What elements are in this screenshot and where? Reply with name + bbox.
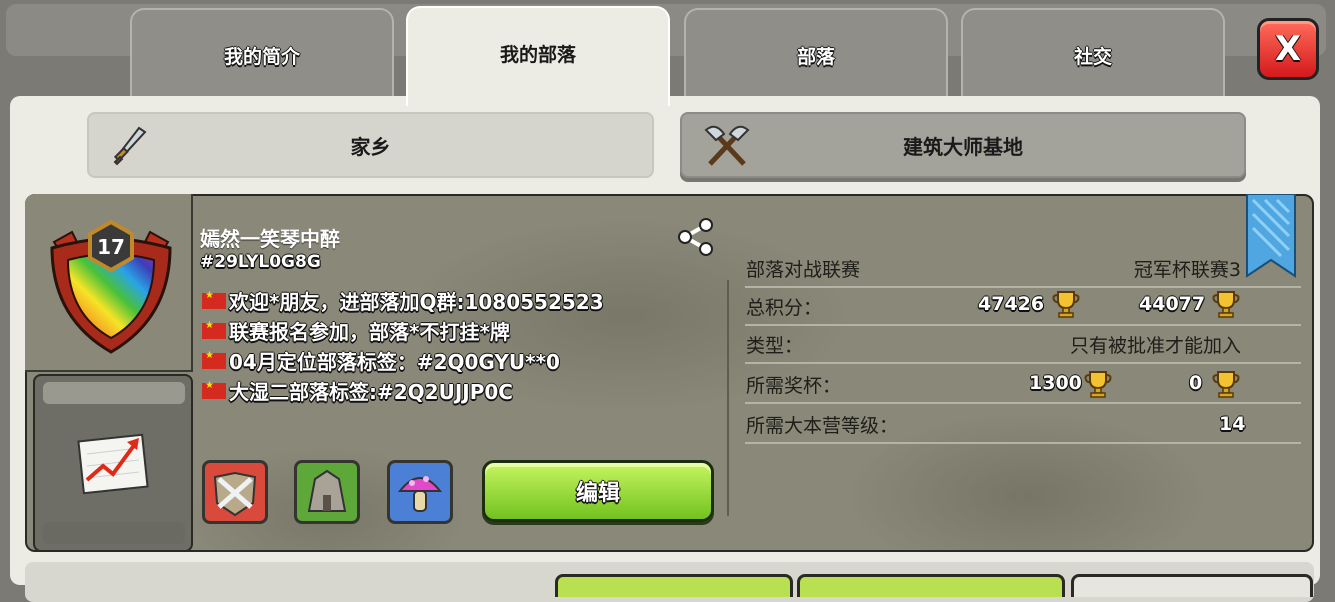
tab-clans[interactable]: 部落 — [684, 8, 948, 100]
type-value: 只有被批准才能加入 — [1069, 335, 1241, 357]
tab-social[interactable]: 社交 — [961, 8, 1225, 100]
total-points-home: 47426 — [978, 293, 1045, 315]
subtab-label: 家乡 — [350, 134, 391, 159]
clan-description-line: 欢迎*朋友，进部落加Q群:1080552523 — [202, 286, 604, 315]
tab-label: 我的简介 — [223, 46, 300, 68]
clan-badge-icon: 17 — [50, 219, 172, 354]
stats-footer-bar — [43, 522, 185, 544]
subtab-home-village[interactable]: 家乡 — [87, 112, 654, 178]
ribbon-icon — [1246, 194, 1296, 278]
tab-my-clan[interactable]: 我的部落 — [406, 6, 670, 106]
edit-button[interactable]: 编辑 — [482, 460, 714, 522]
info-row-required-townhall: 所需大本营等级： — [745, 406, 1301, 444]
total-points-builder: 44077 — [1139, 293, 1206, 315]
description-text: 欢迎*朋友，进部落加Q群:1080552523 — [229, 290, 604, 314]
axes-icon — [704, 125, 750, 166]
mushroom-icon — [397, 476, 443, 512]
required-trophies-home: 1300 — [1029, 372, 1082, 394]
required-townhall-value: 14 — [1219, 413, 1246, 435]
war-league-label: 部落对战联赛 — [746, 259, 861, 281]
required-trophies-label: 所需奖杯： — [746, 375, 842, 397]
trophy-icon — [1084, 371, 1112, 398]
china-flag-icon — [202, 350, 226, 369]
tab-my-profile[interactable]: 我的简介 — [130, 8, 394, 100]
stats-header-bar — [43, 382, 185, 404]
description-text: 联赛报名参加，部落*不打挂*牌 — [229, 320, 510, 344]
required-trophies-builder: 0 — [1189, 372, 1203, 394]
tab-label: 部落 — [796, 46, 835, 68]
tab-label: 社交 — [1073, 46, 1112, 68]
close-button[interactable]: X — [1257, 18, 1319, 80]
tab-label: 我的部落 — [499, 44, 576, 66]
close-icon: X — [1274, 29, 1302, 69]
sword-icon — [113, 126, 147, 166]
clan-perk-war[interactable] — [202, 460, 268, 524]
info-row-type: 类型： 只有被批准才能加入 — [745, 326, 1301, 364]
info-row-war-league: 部落对战联赛 冠军杯联赛3 — [745, 250, 1301, 288]
clan-description-line: 04月定位部落标签：#2Q0GYU**0 — [202, 346, 560, 375]
clan-tag: #29LYL0G8G — [200, 252, 321, 272]
lower-action-button[interactable] — [555, 574, 793, 597]
crossed-swords-icon — [213, 471, 257, 517]
china-flag-icon — [202, 320, 226, 339]
lower-action-button[interactable] — [797, 574, 1065, 597]
clan-level: 17 — [97, 235, 125, 259]
clan-perk-games[interactable] — [387, 460, 453, 524]
description-text: 04月定位部落标签：#2Q0GYU**0 — [229, 350, 560, 374]
chart-icon[interactable] — [77, 428, 153, 496]
clan-description-line: 联赛报名参加，部落*不打挂*牌 — [202, 316, 510, 345]
column-divider — [727, 280, 729, 516]
war-league-value: 冠军杯联赛3 — [1133, 259, 1241, 281]
clan-name: 嫣然一笑琴中醉 — [200, 227, 340, 251]
total-points-label: 总积分： — [746, 297, 823, 319]
china-flag-icon — [202, 290, 226, 309]
edit-label: 编辑 — [575, 481, 620, 506]
subtab-builder-base[interactable]: 建筑大师基地 — [680, 112, 1246, 178]
trophy-icon — [1212, 371, 1240, 398]
required-townhall-label: 所需大本营等级： — [746, 415, 899, 437]
lower-action-button[interactable] — [1071, 574, 1313, 597]
china-flag-icon — [202, 380, 226, 399]
share-icon[interactable] — [676, 218, 716, 256]
clan-perk-capital[interactable] — [294, 460, 360, 524]
trophy-icon — [1212, 291, 1240, 318]
clan-description-line: 大湿二部落标签:#2Q2UJJP0C — [202, 376, 513, 405]
trophy-icon — [1052, 291, 1080, 318]
subtab-label: 建筑大师基地 — [903, 134, 1023, 159]
tower-icon — [307, 469, 347, 512]
type-label: 类型： — [746, 335, 804, 357]
clan-stats-panel — [33, 374, 193, 552]
description-text: 大湿二部落标签:#2Q2UJJP0C — [229, 380, 513, 404]
